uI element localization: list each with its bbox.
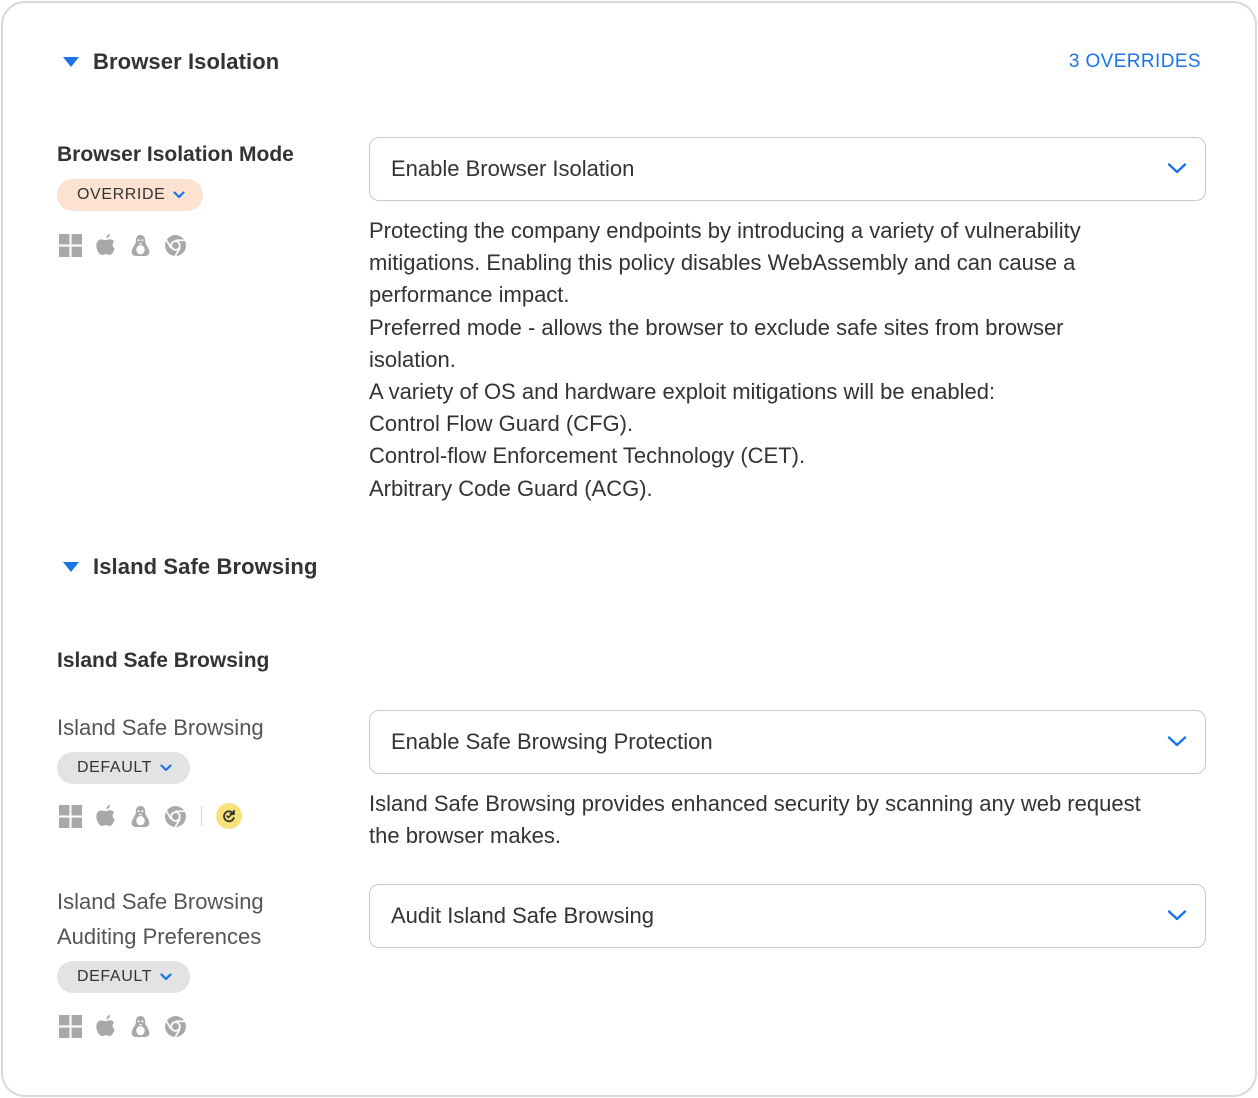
- setting-description: Protecting the company endpoints by intr…: [369, 218, 1081, 501]
- default-pill[interactable]: DEFAULT: [57, 961, 191, 993]
- chevron-down-icon: [160, 764, 172, 772]
- overrides-link[interactable]: 3 OVERRIDES: [1069, 51, 1201, 73]
- chevron-down-icon: [1167, 910, 1187, 921]
- safe-browsing-select[interactable]: Enable Safe Browsing Protection: [369, 710, 1206, 774]
- chevron-down-icon: [160, 973, 172, 981]
- chrome-icon: [165, 234, 186, 256]
- chrome-icon: [165, 805, 186, 827]
- setting-label: Browser Isolation Mode: [57, 143, 294, 166]
- chevron-down-icon: [1167, 163, 1187, 174]
- refresh-icon: [223, 809, 235, 823]
- override-pill[interactable]: OVERRIDE: [57, 179, 204, 211]
- browser-isolation-mode-select[interactable]: Enable Browser Isolation: [369, 137, 1206, 201]
- caret-down-icon: [63, 57, 79, 67]
- platform-icons: [59, 233, 187, 257]
- pill-label: DEFAULT: [77, 759, 153, 776]
- setting-label: Island Safe Browsing Auditing Preference…: [57, 889, 264, 949]
- chrome-icon: [165, 1015, 186, 1037]
- pill-label: OVERRIDE: [77, 186, 166, 203]
- linux-icon: [131, 1015, 150, 1037]
- linux-icon: [131, 805, 150, 827]
- select-value: Enable Safe Browsing Protection: [391, 729, 713, 754]
- pill-label: DEFAULT: [77, 968, 153, 985]
- caret-down-icon: [63, 562, 79, 572]
- setting-description: Island Safe Browsing provides enhanced s…: [369, 791, 1141, 849]
- chevron-down-icon: [1167, 736, 1187, 747]
- apple-icon: [96, 1015, 115, 1036]
- divider: [201, 806, 202, 826]
- windows-icon: [59, 1014, 82, 1038]
- settings-card: Browser Isolation 3 OVERRIDES Browser Is…: [1, 1, 1257, 1097]
- windows-icon: [59, 233, 82, 257]
- platform-icons: [59, 1014, 187, 1038]
- select-value: Enable Browser Isolation: [391, 156, 635, 181]
- sync-badge-icon: [216, 803, 242, 829]
- section-header-browser-isolation[interactable]: Browser Isolation: [63, 49, 279, 75]
- auditing-preferences-select[interactable]: Audit Island Safe Browsing: [369, 884, 1206, 948]
- section-title: Island Safe Browsing: [93, 554, 318, 579]
- section-header-safe-browsing[interactable]: Island Safe Browsing: [63, 554, 318, 580]
- chevron-down-icon: [173, 191, 185, 199]
- default-pill[interactable]: DEFAULT: [57, 752, 191, 784]
- windows-icon: [59, 804, 82, 828]
- select-value: Audit Island Safe Browsing: [391, 903, 654, 928]
- platform-icons: [59, 803, 242, 829]
- group-title: Island Safe Browsing: [57, 649, 270, 672]
- linux-icon: [131, 234, 150, 256]
- section-title: Browser Isolation: [93, 49, 280, 74]
- setting-label: Island Safe Browsing: [57, 715, 264, 740]
- apple-icon: [96, 234, 115, 255]
- apple-icon: [96, 805, 115, 826]
